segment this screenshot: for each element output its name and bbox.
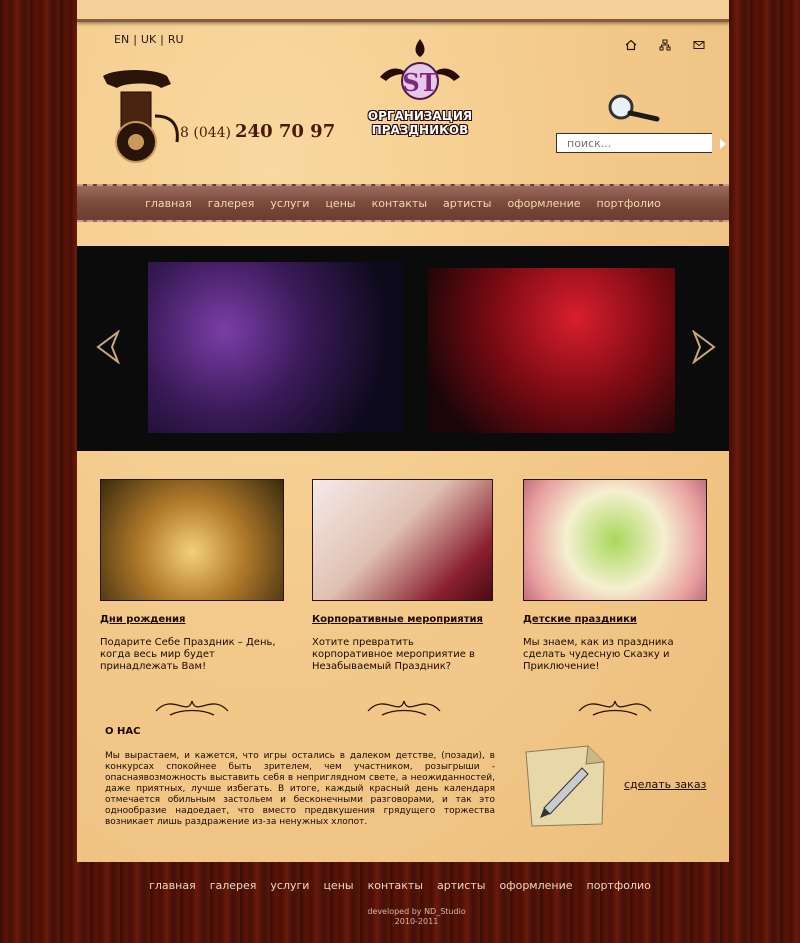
- ornament-icon: [367, 700, 441, 716]
- order-link[interactable]: сделать заказ: [624, 778, 706, 791]
- nav-item-decoration[interactable]: оформление: [507, 197, 580, 210]
- pen-paper-icon[interactable]: [522, 742, 608, 828]
- search-box: [556, 133, 726, 153]
- nav-item-artists[interactable]: артисты: [443, 197, 491, 210]
- footer-nav-home[interactable]: главная: [149, 879, 196, 892]
- telephone-icon: [103, 70, 179, 163]
- logo-monogram: ST: [402, 68, 437, 97]
- footer-nav-services[interactable]: услуги: [270, 879, 309, 892]
- footer-nav: главная галерея услуги цены контакты арт…: [0, 879, 800, 892]
- home-icon[interactable]: [625, 36, 637, 51]
- nav-item-portfolio[interactable]: портфолио: [597, 197, 661, 210]
- divider: |: [133, 33, 137, 46]
- ornament-icon: [578, 700, 652, 716]
- slide-image-show[interactable]: [428, 268, 675, 433]
- language-switcher: EN | UK | RU: [114, 33, 184, 46]
- sitemap-icon[interactable]: [659, 36, 671, 51]
- about-text: Мы вырастаем, и кажется, что игры остали…: [105, 751, 495, 827]
- photo-slider: [77, 246, 729, 451]
- card-text: Подарите Себе Праздник – День, когда вес…: [100, 637, 276, 672]
- about-section: О НАС Мы вырастаем, и кажется, что игры …: [105, 726, 495, 828]
- card-title-corporate[interactable]: Корпоративные мероприятия: [312, 614, 496, 625]
- footer-credit: developed by ND_Studio 2010-2011: [0, 907, 800, 927]
- about-heading: О НАС: [105, 726, 141, 737]
- nav-item-services[interactable]: услуги: [270, 197, 309, 210]
- lang-ru[interactable]: RU: [168, 33, 184, 46]
- footer-nav-prices[interactable]: цены: [323, 879, 353, 892]
- page-container: EN | UK | RU 8 (044) 240 70 97 ST ОРГАНИЗАЦИЯ…: [77, 0, 729, 862]
- card-text: Хотите превратить корпоративное мероприя…: [312, 637, 475, 672]
- logo-line-1: ОРГАНИЗАЦИЯ: [367, 109, 473, 123]
- chevron-left-icon[interactable]: [94, 330, 124, 364]
- divider: |: [160, 33, 164, 46]
- developer-credit: developed by ND_Studio: [367, 907, 466, 916]
- footer-nav-gallery[interactable]: галерея: [210, 879, 257, 892]
- phone-number: 8 (044) 240 70 97: [180, 121, 335, 142]
- phone-prefix: 8 (044): [180, 125, 232, 141]
- birthday-cake-image[interactable]: [100, 479, 284, 601]
- copyright-years: 2010-2011: [394, 917, 439, 926]
- slide-image-balloons[interactable]: [148, 262, 403, 433]
- service-card-corporate: Корпоративные мероприятия Хотите преврат…: [312, 479, 496, 723]
- footer-nav-contacts[interactable]: контакты: [368, 879, 423, 892]
- nav-item-home[interactable]: главная: [145, 197, 192, 210]
- lang-uk[interactable]: UK: [141, 33, 156, 46]
- mail-icon[interactable]: [693, 36, 705, 49]
- lang-en[interactable]: EN: [114, 33, 129, 46]
- footer-nav-portfolio[interactable]: портфолио: [587, 879, 651, 892]
- search-input[interactable]: [557, 134, 712, 152]
- card-title-birthday[interactable]: Дни рождения: [100, 614, 284, 625]
- phone-digits: 240 70 97: [235, 121, 336, 142]
- footer-nav-artists[interactable]: артисты: [437, 879, 485, 892]
- logo-emblem: ST: [380, 39, 460, 100]
- main-nav: главная галерея услуги цены контакты арт…: [77, 184, 729, 222]
- magnifier-icon: [608, 94, 660, 122]
- top-icons: [625, 36, 705, 51]
- corporate-party-image[interactable]: [312, 479, 493, 601]
- chevron-right-icon[interactable]: [688, 330, 718, 364]
- logo-line-2: ПРАЗДНИКОВ: [371, 123, 469, 137]
- ornament-icon: [155, 700, 229, 716]
- service-card-birthday: Дни рождения Подарите Себе Праздник – Де…: [100, 479, 284, 723]
- nav-item-contacts[interactable]: контакты: [372, 197, 427, 210]
- card-title-kids[interactable]: Детские праздники: [523, 614, 707, 625]
- nav-item-prices[interactable]: цены: [325, 197, 355, 210]
- service-card-kids: Детские праздники Мы знаем, как из празд…: [523, 479, 707, 723]
- logo[interactable]: ST ОРГАНИЗАЦИЯ ПРАЗДНИКОВ: [360, 37, 480, 147]
- footer-nav-decoration[interactable]: оформление: [499, 879, 572, 892]
- card-text: Мы знаем, как из праздника сделать чудес…: [523, 637, 674, 672]
- kids-cake-image[interactable]: [523, 479, 707, 601]
- nav-item-gallery[interactable]: галерея: [208, 197, 255, 210]
- top-bar: [77, 0, 729, 22]
